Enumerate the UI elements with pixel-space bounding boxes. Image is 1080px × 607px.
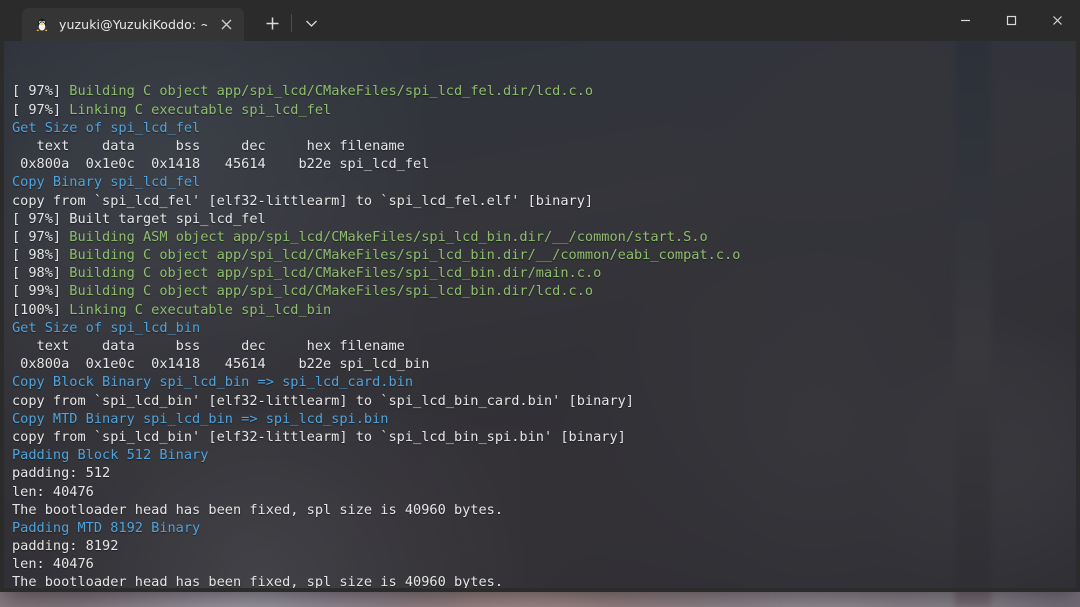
linux-penguin-icon [36,18,48,31]
terminal-line: [ 98%] Building C object app/spi_lcd/CMa… [12,246,1076,264]
maximize-icon [1006,15,1016,26]
terminal-body[interactable]: [ 97%] Building C object app/spi_lcd/CMa… [0,41,1080,592]
close-button[interactable] [1034,0,1080,41]
terminal-text: [ 99%] [12,283,70,300]
terminal-text: 0x800a 0x1e0c 0x1418 45614 b22e spi_lcd_… [12,156,430,173]
terminal-line: len: 40476 [12,555,1076,573]
terminal-text: 0x800a 0x1e0c 0x1418 45614 b22e spi_lcd_… [12,356,430,373]
terminal-line: Copy MTD Binary spi_lcd_bin => spi_lcd_s… [12,410,1076,428]
terminal-text: padding: 512 [12,465,111,482]
terminal-text: copy from `spi_lcd_fel' [elf32-littlearm… [12,192,594,209]
minimize-button[interactable] [942,0,988,41]
terminal-text: Copy MTD Binary spi_lcd_bin => spi_lcd_s… [12,410,389,427]
terminal-line: text data bss dec hex filename [12,337,1076,355]
maximize-button[interactable] [988,0,1034,41]
terminal-text: Get Size of spi_lcd_fel [12,119,201,136]
toolbar-divider [291,14,292,32]
terminal-text: padding: 8192 [12,538,119,555]
terminal-text: Building ASM object app/spi_lcd/CMakeFil… [69,228,708,245]
terminal-text: Copy Binary spi_lcd_fel [12,174,201,191]
terminal-line: [ 97%] Building C object app/spi_lcd/CMa… [12,82,1076,100]
window-controls [942,0,1080,41]
window-titlebar[interactable]: yuzuki@YuzukiKoddo: ~/Work [0,0,1080,41]
terminal-line: [100%] Linking C executable spi_lcd_bin [12,301,1076,319]
terminal-line: Padding Block 512 Binary [12,446,1076,464]
terminal-line: [ 97%] Building ASM object app/spi_lcd/C… [12,228,1076,246]
terminal-line: [ 97%] Built target spi_lcd_fel [12,210,1076,228]
terminal-text: Building C object app/spi_lcd/CMakeFiles… [69,283,594,300]
terminal-line: text data bss dec hex filename [12,137,1076,155]
terminal-line: len: 40476 [12,483,1076,501]
terminal-line: Get Size of spi_lcd_fel [12,119,1076,137]
terminal-text: Padding Block 512 Binary [12,447,209,464]
terminal-text: [100%] [12,301,70,318]
terminal-line: [ 98%] Building C object app/spi_lcd/CMa… [12,264,1076,282]
minimize-icon [960,19,970,22]
terminal-text: Linking C executable spi_lcd_fel [69,101,332,118]
terminal-line: Copy Binary spi_lcd_fel [12,173,1076,191]
terminal-output[interactable]: [ 97%] Building C object app/spi_lcd/CMa… [4,41,1076,591]
new-tab-icon[interactable] [258,7,286,39]
terminal-text: Linking C executable spi_lcd_bin [69,301,332,318]
terminal-text: len: 40476 [12,556,94,573]
terminal-text: Building C object app/spi_lcd/CMakeFiles… [69,265,602,282]
terminal-line: copy from `spi_lcd_bin' [elf32-littlearm… [12,428,1076,446]
close-icon [1052,16,1062,25]
terminal-text: [ 97%] [12,83,70,100]
terminal-line: [ 97%] Linking C executable spi_lcd_fel [12,101,1076,119]
terminal-text: [ 98%] [12,247,70,264]
terminal-text: Building C object app/spi_lcd/CMakeFiles… [69,247,741,264]
terminal-window: yuzuki@YuzukiKoddo: ~/Work [0,0,1080,592]
terminal-text: Padding MTD 8192 Binary [12,519,201,536]
terminal-text: len: 40476 [12,483,94,500]
terminal-line: padding: 512 [12,464,1076,482]
terminal-line: 0x800a 0x1e0c 0x1418 45614 b22e spi_lcd_… [12,355,1076,373]
terminal-text: [ 98%] [12,265,70,282]
terminal-text: [ 97%] [12,228,70,245]
terminal-text: The bootloader head has been fixed, spl … [12,501,504,518]
terminal-line: Get Size of spi_lcd_bin [12,319,1076,337]
terminal-text: Copy Block Binary spi_lcd_bin => spi_lcd… [12,374,414,391]
terminal-tab[interactable]: yuzuki@YuzukiKoddo: ~/Work [22,8,244,41]
terminal-text: Get Size of spi_lcd_bin [12,319,201,336]
terminal-line: 0x800a 0x1e0c 0x1418 45614 b22e spi_lcd_… [12,155,1076,173]
terminal-scrollback: [ 97%] Building C object app/spi_lcd/CMa… [12,82,1076,591]
chevron-down-icon[interactable] [297,7,325,39]
terminal-line: [ 99%] Building C object app/spi_lcd/CMa… [12,282,1076,300]
terminal-text: text data bss dec hex filename [12,338,405,355]
terminal-line: Padding MTD 8192 Binary [12,519,1076,537]
terminal-text: copy from `spi_lcd_bin' [elf32-littlearm… [12,392,634,409]
terminal-line: The bootloader head has been fixed, spl … [12,501,1076,519]
terminal-line: padding: 8192 [12,537,1076,555]
terminal-text: The bootloader head has been fixed, spl … [12,574,504,591]
tab-title: yuzuki@YuzukiKoddo: ~/Work [59,17,207,32]
tab-strip: yuzuki@YuzukiKoddo: ~/Work [0,0,325,41]
terminal-text: text data bss dec hex filename [12,137,405,154]
terminal-text: [ 97%] [12,210,70,227]
terminal-line: copy from `spi_lcd_bin' [elf32-littlearm… [12,392,1076,410]
terminal-line: Copy Block Binary spi_lcd_bin => spi_lcd… [12,373,1076,391]
terminal-text: Building C object app/spi_lcd/CMakeFiles… [69,83,594,100]
terminal-line: copy from `spi_lcd_fel' [elf32-littlearm… [12,192,1076,210]
terminal-text: copy from `spi_lcd_bin' [elf32-littlearm… [12,428,626,445]
terminal-line: The bootloader head has been fixed, spl … [12,573,1076,591]
terminal-text: [ 97%] [12,101,70,118]
close-tab-icon[interactable] [217,16,235,34]
terminal-text: Built target spi_lcd_fel [69,210,266,227]
